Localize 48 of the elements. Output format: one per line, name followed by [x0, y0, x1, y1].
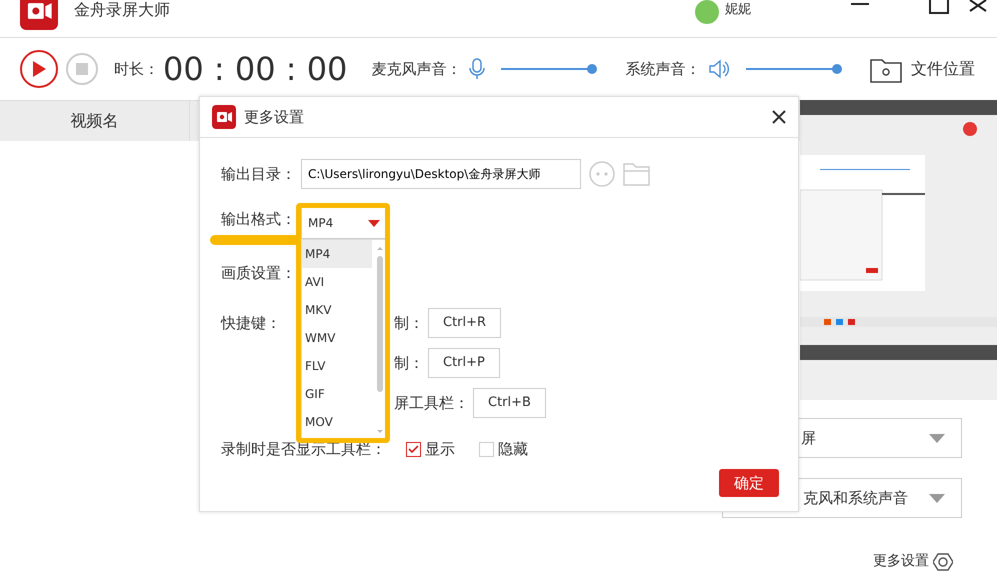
field-label: 输出格式：	[221, 209, 297, 229]
record-button[interactable]	[20, 50, 58, 88]
field-label: 输出目录：	[221, 164, 297, 185]
microphone-icon	[469, 58, 486, 80]
avatar-icon	[695, 0, 719, 24]
format-dropdown[interactable]: MP4	[301, 207, 387, 239]
caret-icon	[929, 434, 945, 442]
stop-icon	[76, 63, 88, 75]
file-location-link[interactable]: 文件位置	[911, 57, 975, 81]
system-volume-label: 系统声音：	[625, 58, 700, 80]
duration-display: 00 : 00 : 00	[163, 49, 348, 90]
ok-button[interactable]: 确定	[719, 469, 779, 497]
hotkey-label: 制：	[394, 312, 424, 334]
caret-icon	[929, 494, 945, 502]
user-name: 妮妮	[725, 1, 751, 19]
duration-label: 时长：	[114, 58, 159, 80]
dialog-title: 更多设置	[244, 106, 304, 128]
field-label: 画质设置：	[221, 262, 297, 284]
hotkey-field[interactable]: Ctrl+P	[428, 348, 500, 378]
system-volume-slider[interactable]	[746, 64, 842, 74]
settings-icon[interactable]	[933, 552, 953, 572]
dropdown-value: 克风和系统声音	[803, 488, 908, 509]
app-logo-icon	[212, 105, 236, 129]
app-title: 金舟录屏大师	[74, 0, 170, 20]
checkbox[interactable]	[406, 442, 421, 456]
checkbox-label: 显示	[425, 438, 455, 460]
mic-volume-label: 麦克风声音：	[371, 58, 462, 80]
dropdown-value: 屏	[801, 428, 816, 449]
app-logo-icon	[20, 0, 58, 30]
close-icon[interactable]	[969, 0, 987, 12]
checkbox-label: 隐藏	[498, 438, 528, 460]
hotkey-field[interactable]: Ctrl+B	[473, 388, 546, 418]
speaker-icon	[708, 59, 730, 79]
hotkey-label: 制：	[394, 352, 424, 374]
minimize-icon[interactable]	[851, 2, 869, 6]
play-icon	[32, 61, 46, 77]
format-option[interactable]: MP4	[302, 240, 372, 268]
field-label: 快捷键：	[221, 313, 282, 334]
output-directory-field[interactable]: C:\Users\lirongyu\Desktop\金舟录屏大师	[301, 159, 581, 189]
column-header: 视频名	[0, 101, 190, 141]
mic-volume-slider[interactable]	[501, 64, 598, 74]
hotkey-label: 屏工具栏：	[394, 392, 469, 414]
scrollbar[interactable]	[376, 244, 384, 436]
close-icon[interactable]	[772, 110, 786, 124]
hotkey-field[interactable]: Ctrl+R	[428, 308, 502, 338]
caret-icon	[368, 220, 380, 226]
maximize-icon[interactable]	[929, 0, 949, 14]
more-settings-link[interactable]: 更多设置	[873, 551, 929, 572]
